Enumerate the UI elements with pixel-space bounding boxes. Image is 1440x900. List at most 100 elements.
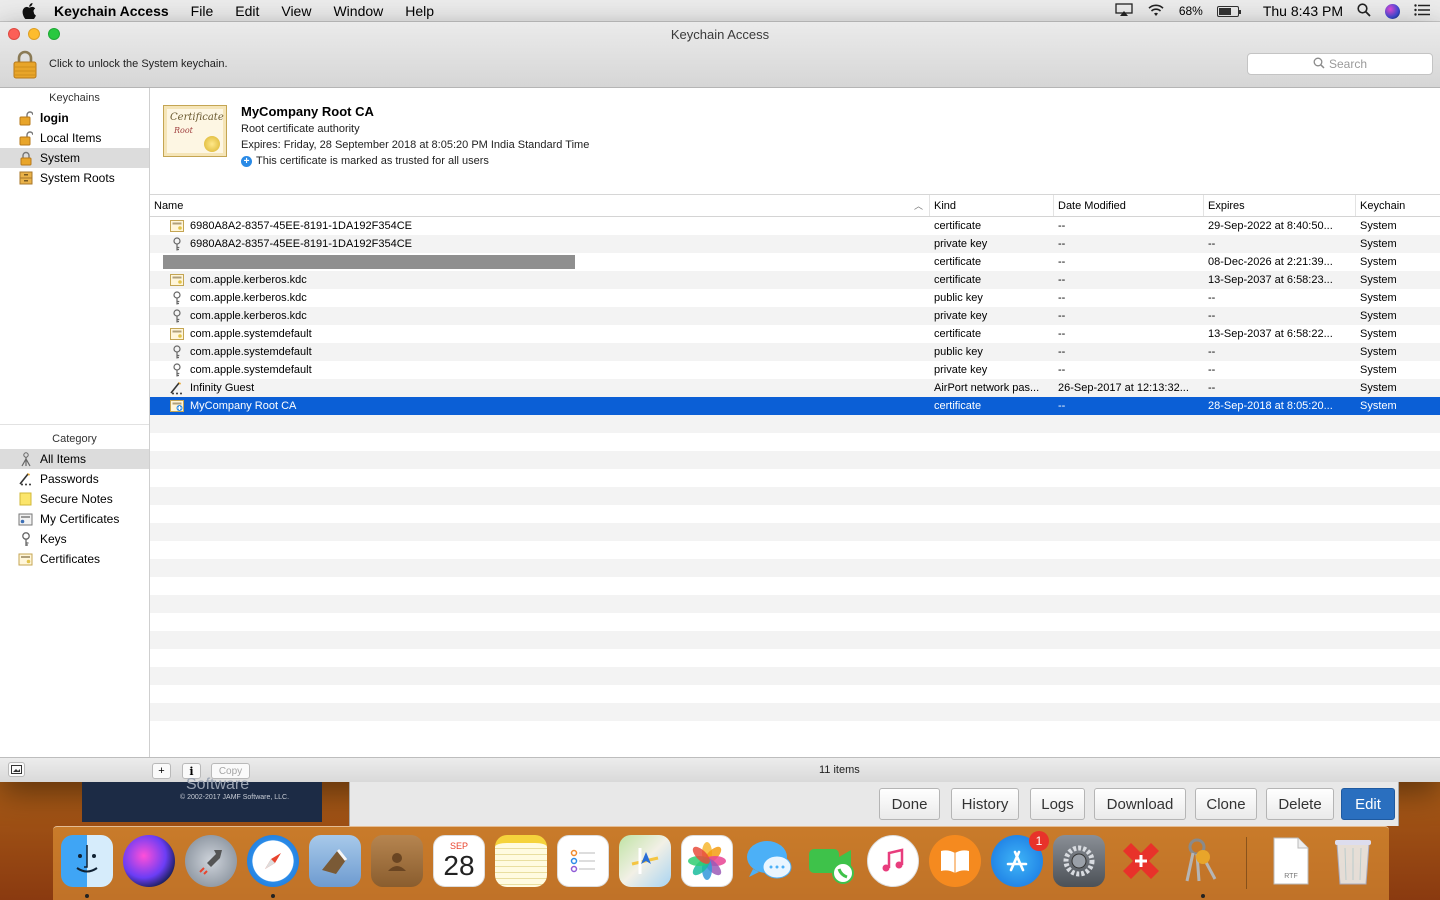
maps-icon[interactable] xyxy=(619,835,671,887)
edit-button[interactable]: Edit xyxy=(1341,788,1395,820)
cell-keychain: System xyxy=(1360,346,1397,358)
messages-icon[interactable] xyxy=(743,835,795,887)
empty-row xyxy=(150,721,1440,739)
clone-button[interactable]: Clone xyxy=(1195,788,1257,820)
key-icon xyxy=(169,237,184,251)
sidebar: Keychains login Local Items System Syste… xyxy=(0,88,150,757)
search-field[interactable]: Search xyxy=(1247,53,1433,75)
wifi-icon[interactable] xyxy=(1147,3,1165,20)
menu-help[interactable]: Help xyxy=(405,3,434,19)
table-row[interactable]: 6980A8A2-8357-45EE-8191-1DA192F354CE priv… xyxy=(150,235,1440,253)
clock[interactable]: Thu 8:43 PM xyxy=(1263,3,1343,19)
menu-view[interactable]: View xyxy=(281,3,311,19)
sidebar-item-login[interactable]: login xyxy=(0,108,149,128)
sidebar-item-system-roots[interactable]: System Roots xyxy=(0,168,149,188)
lock-message: Click to unlock the System keychain. xyxy=(49,58,228,70)
cell-expires: 13-Sep-2037 at 6:58:22... xyxy=(1208,328,1333,340)
add-item-button[interactable]: + xyxy=(152,763,171,779)
sidebar-item-my-certificates[interactable]: My Certificates xyxy=(0,509,149,529)
safari-icon[interactable] xyxy=(247,835,299,887)
sidebar-item-label: System Roots xyxy=(40,171,115,185)
battery-icon[interactable] xyxy=(1216,5,1241,17)
battery-percent[interactable]: 68% xyxy=(1179,4,1203,18)
itunes-icon[interactable] xyxy=(867,835,919,887)
cell-keychain: System xyxy=(1360,364,1397,376)
table-row[interactable]: com.apple.kerberos.kdc public key -- -- Syst… xyxy=(150,289,1440,307)
cell-expires: -- xyxy=(1208,238,1216,250)
cell-name: 6980A8A2-8357-45EE-8191-1DA192F354CE xyxy=(150,219,930,233)
sidebar-item-label: System xyxy=(40,151,81,165)
history-button[interactable]: History xyxy=(951,788,1019,820)
toggle-sidebar-button[interactable] xyxy=(8,762,25,777)
finder-icon[interactable] xyxy=(61,835,113,887)
image-icon xyxy=(11,765,22,774)
column-header-name[interactable]: Name ︿ xyxy=(150,195,930,216)
column-header-expires[interactable]: Expires xyxy=(1204,195,1356,216)
facetime-icon[interactable] xyxy=(805,835,857,887)
detail-subtitle: Root certificate authority xyxy=(241,123,360,135)
menu-file[interactable]: File xyxy=(191,3,214,19)
self-service-icon[interactable] xyxy=(1115,835,1167,887)
photos-icon[interactable] xyxy=(681,835,733,887)
keychain-access-icon[interactable] xyxy=(1177,835,1229,887)
jamf-logo-text: Software xyxy=(186,776,250,793)
menu-window[interactable]: Window xyxy=(333,3,383,19)
contacts-icon[interactable] xyxy=(371,835,423,887)
column-header-kind[interactable]: Kind xyxy=(930,195,1054,216)
document-icon[interactable]: RTF xyxy=(1265,835,1317,887)
apple-menu-icon[interactable] xyxy=(18,0,40,22)
table-row[interactable]: com.apple.systemdefault certificate -- 13-S… xyxy=(150,325,1440,343)
ibooks-icon[interactable] xyxy=(929,835,981,887)
calendar-icon[interactable]: SEP 28 xyxy=(433,835,485,887)
mail-icon[interactable] xyxy=(309,835,361,887)
notification-center-icon[interactable] xyxy=(1414,3,1430,19)
table-row[interactable]: com.apple.systemdefault private key -- -- Sy… xyxy=(150,361,1440,379)
cell-date-modified: -- xyxy=(1058,400,1066,412)
sidebar-item-label: My Certificates xyxy=(40,512,120,526)
sidebar-item-system[interactable]: System xyxy=(0,148,149,168)
sidebar-item-certificates[interactable]: Certificates xyxy=(0,549,149,569)
notes-icon[interactable] xyxy=(495,835,547,887)
column-header-date-modified[interactable]: Date Modified xyxy=(1054,195,1204,216)
sidebar-item-local-items[interactable]: Local Items xyxy=(0,128,149,148)
reminders-icon[interactable] xyxy=(557,835,609,887)
table-row[interactable]: com.apple.systemdefault public key -- -- Sys… xyxy=(150,343,1440,361)
calendar-day: 28 xyxy=(443,850,475,881)
item-count: 11 items xyxy=(819,764,860,776)
menu-app-name[interactable]: Keychain Access xyxy=(54,3,169,19)
menu-edit[interactable]: Edit xyxy=(235,3,259,19)
siri-icon[interactable] xyxy=(123,835,175,887)
empty-row xyxy=(150,613,1440,631)
logs-button[interactable]: Logs xyxy=(1030,788,1085,820)
table-row[interactable]: 6980A8A2-8357-45EE-8191-1DA192F354CE cert… xyxy=(150,217,1440,235)
airplay-icon[interactable] xyxy=(1115,2,1133,20)
cell-name: MyCompany Root CA xyxy=(150,399,930,413)
empty-row xyxy=(150,541,1440,559)
background-app: Software © 2002-2017 JAMF Software, LLC.… xyxy=(0,776,1440,826)
spotlight-search-icon[interactable] xyxy=(1357,2,1371,20)
trash-icon[interactable] xyxy=(1327,835,1379,887)
cell-keychain: System xyxy=(1360,292,1397,304)
table-row[interactable]: com.apple.kerberos.kdc certificate -- 13-Se… xyxy=(150,271,1440,289)
table-row-selected[interactable]: MyCompany Root CA certificate -- 28-Sep-201… xyxy=(150,397,1440,415)
table-row[interactable]: certificate -- 08-Dec-2026 at 2:21:39... Sy… xyxy=(150,253,1440,271)
sidebar-item-secure-notes[interactable]: Secure Notes xyxy=(0,489,149,509)
sidebar-item-passwords[interactable]: Passwords xyxy=(0,469,149,489)
done-button[interactable]: Done xyxy=(879,788,940,820)
table-row[interactable]: Infinity Guest AirPort network pas... 26-S… xyxy=(150,379,1440,397)
lock-icon[interactable] xyxy=(12,50,38,80)
system-preferences-icon[interactable] xyxy=(1053,835,1105,887)
siri-menu-icon[interactable] xyxy=(1385,3,1400,19)
dock: SEP 28 1 RTF xyxy=(53,826,1389,900)
empty-row xyxy=(150,451,1440,469)
sidebar-item-keys[interactable]: Keys xyxy=(0,529,149,549)
column-header-keychain[interactable]: Keychain xyxy=(1356,195,1440,216)
delete-button[interactable]: Delete xyxy=(1266,788,1334,820)
certificate-icon xyxy=(169,327,184,341)
app-store-icon[interactable]: 1 xyxy=(991,831,1049,887)
sidebar-item-all-items[interactable]: All Items xyxy=(0,449,149,469)
download-button[interactable]: Download xyxy=(1094,788,1186,820)
launchpad-icon[interactable] xyxy=(185,835,237,887)
certificate-icon-title: Certificate xyxy=(170,112,224,123)
table-row[interactable]: com.apple.kerberos.kdc private key -- -- Sys… xyxy=(150,307,1440,325)
